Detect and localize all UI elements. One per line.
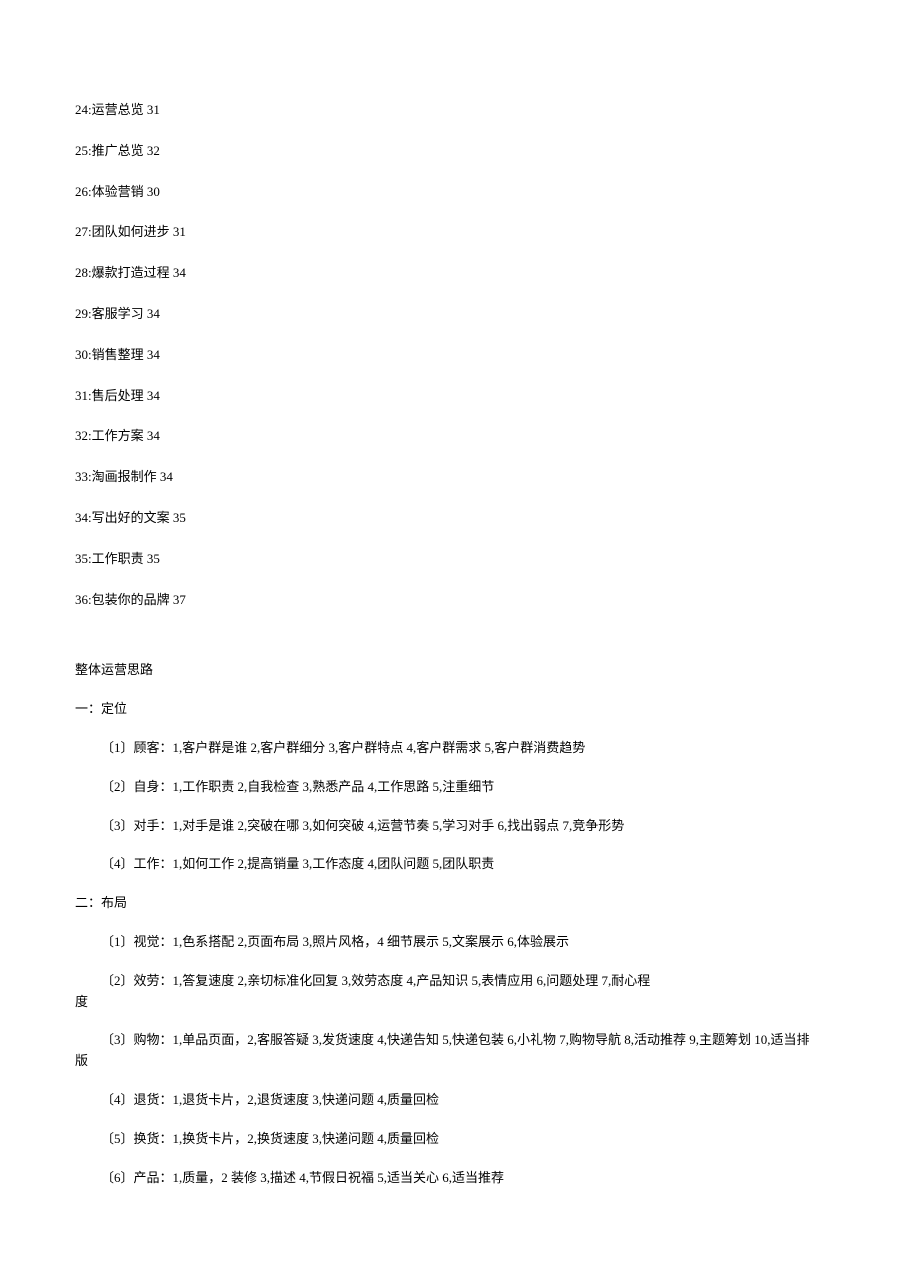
- list-item: 〔4〕退货：1,退货卡片，2,退货速度 3,快递问题 4,质量回检: [75, 1090, 845, 1111]
- toc-item: 25:推广总览 32: [75, 141, 845, 162]
- toc-item: 27:团队如何进步 31: [75, 222, 845, 243]
- list-item: 〔5〕换货：1,换货卡片，2,换货速度 3,快递问题 4,质量回检: [75, 1129, 845, 1150]
- document-page: 24:运营总览 31 25:推广总览 32 26:体验营销 30 27:团队如何…: [75, 100, 845, 1188]
- list-item: 〔2〕效劳：1,答复速度 2,亲切标准化回复 3,效劳态度 4,产品知识 5,表…: [75, 971, 845, 992]
- sub-heading-two: 二：布局: [75, 893, 845, 914]
- section-one: 一：定位 〔1〕顾客：1,客户群是谁 2,客户群细分 3,客户群特点 4,客户群…: [75, 699, 845, 875]
- toc-item: 34:写出好的文案 35: [75, 508, 845, 529]
- list-item: 〔4〕工作：1,如何工作 2,提高销量 3,工作态度 4,团队问题 5,团队职责: [75, 854, 845, 875]
- list-item: 〔1〕顾客：1,客户群是谁 2,客户群细分 3,客户群特点 4,客户群需求 5,…: [75, 738, 845, 759]
- list-item: 〔3〕对手：1,对手是谁 2,突破在哪 3,如何突破 4,运营节奏 5,学习对手…: [75, 816, 845, 837]
- list-item: 〔6〕产品：1,质量，2 装修 3,描述 4,节假日祝福 5,适当关心 6,适当…: [75, 1168, 845, 1189]
- list-item-cont: 度: [75, 992, 845, 1013]
- list-item-cont: 版: [75, 1051, 845, 1072]
- toc-item: 33:淘画报制作 34: [75, 467, 845, 488]
- toc-item: 30:销售整理 34: [75, 345, 845, 366]
- section-title: 整体运营思路: [75, 660, 845, 681]
- list-item: 〔1〕视觉：1,色系搭配 2,页面布局 3,照片风格，4 细节展示 5,文案展示…: [75, 932, 845, 953]
- toc-item: 26:体验营销 30: [75, 182, 845, 203]
- list-item: 〔2〕自身：1,工作职责 2,自我检查 3,熟悉产品 4,工作思路 5,注重细节: [75, 777, 845, 798]
- toc-item: 35:工作职责 35: [75, 549, 845, 570]
- toc-item: 28:爆款打造过程 34: [75, 263, 845, 284]
- section-two: 二：布局 〔1〕视觉：1,色系搭配 2,页面布局 3,照片风格，4 细节展示 5…: [75, 893, 845, 1188]
- toc-item: 24:运营总览 31: [75, 100, 845, 121]
- toc-item: 32:工作方案 34: [75, 426, 845, 447]
- toc-item: 31:售后处理 34: [75, 386, 845, 407]
- toc-item: 29:客服学习 34: [75, 304, 845, 325]
- table-of-contents: 24:运营总览 31 25:推广总览 32 26:体验营销 30 27:团队如何…: [75, 100, 845, 610]
- sub-heading-one: 一：定位: [75, 699, 845, 720]
- list-item: 〔3〕购物：1,单品页面，2,客服答疑 3,发货速度 4,快递告知 5,快递包装…: [75, 1030, 845, 1051]
- toc-item: 36:包装你的品牌 37: [75, 590, 845, 611]
